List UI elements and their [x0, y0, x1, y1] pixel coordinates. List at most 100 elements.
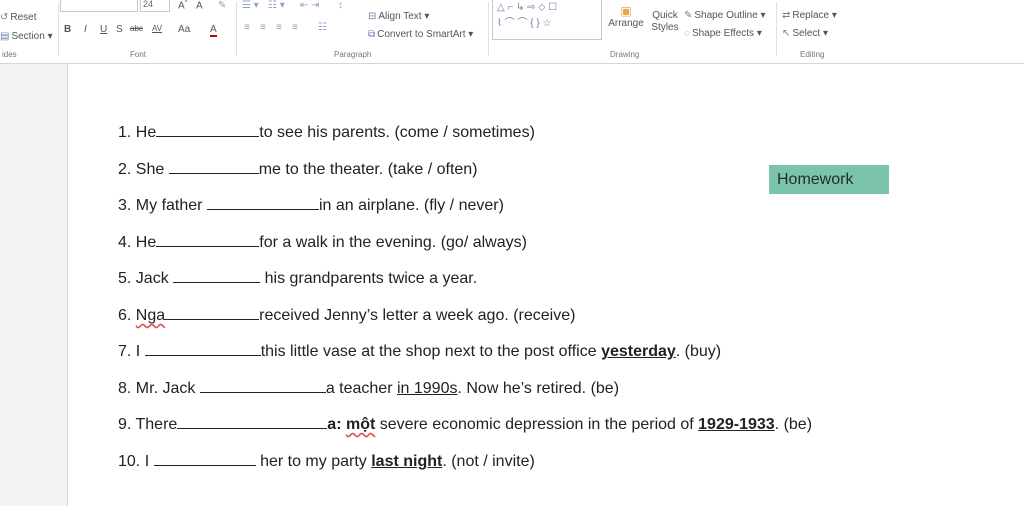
- select-button[interactable]: ↖ Select ▾: [782, 28, 828, 39]
- arrange-button[interactable]: ▣ Arrange: [606, 4, 646, 29]
- answer-blank[interactable]: [168, 159, 259, 174]
- slides-group-label: ides: [2, 50, 17, 59]
- exercise-text: to see his parents. (come / sometimes): [259, 124, 535, 141]
- line-spacing-icon[interactable]: ↕: [338, 0, 343, 11]
- font-name-box[interactable]: [60, 0, 138, 12]
- exercise-text: . Now he’s retired. (be): [457, 380, 620, 397]
- font-color-button[interactable]: A: [210, 24, 217, 37]
- exercise-text: 3.: [118, 197, 132, 214]
- exercise-line-7[interactable]: 7. I this little vase at the shop next t…: [118, 341, 721, 361]
- replace-icon: ⇄: [782, 10, 791, 21]
- drawing-group-label: Drawing: [610, 50, 640, 59]
- editing-group-label: Editing: [800, 50, 825, 59]
- editing-group: ⇄ Replace ▾ ↖ Select ▾ Editing: [778, 0, 858, 64]
- align-text-button[interactable]: ⊟ Align Text ▾: [368, 11, 429, 22]
- answer-blank[interactable]: [177, 414, 328, 429]
- columns-icon[interactable]: ☷: [318, 22, 327, 33]
- align-center-icon[interactable]: ≡: [260, 22, 266, 33]
- exercise-text: . (buy): [675, 343, 722, 360]
- strikethrough-button[interactable]: abc: [130, 24, 143, 33]
- shape-effects-button[interactable]: ◌ Shape Effects ▾: [684, 28, 762, 39]
- quick-styles-button[interactable]: Quick Styles: [648, 10, 682, 34]
- exercise-text: this little vase at the shop next to the…: [260, 343, 602, 360]
- exercise-line-9[interactable]: 9. There a: một severe economic depressio…: [118, 414, 812, 434]
- exercise-line-3[interactable]: 3. My father in an airplane. (fly / neve…: [118, 195, 504, 215]
- exercise-line-10[interactable]: 10. I her to my party last night. (not /…: [118, 451, 535, 471]
- slides-group: ↺ Reset ▤ Section ▾ ides: [0, 0, 58, 64]
- section-icon: ▤: [0, 31, 10, 42]
- underline-button[interactable]: U: [100, 24, 107, 35]
- answer-blank[interactable]: [206, 195, 319, 210]
- exercise-text: his grandparents twice a year.: [264, 270, 478, 287]
- grow-font-button[interactable]: A^: [178, 0, 188, 11]
- exercise-text: 1929-1933: [698, 416, 775, 433]
- exercise-text: 8.: [118, 380, 132, 397]
- pen-icon: ✎: [684, 10, 693, 21]
- exercise-line-4[interactable]: 4. He for a walk in the evening. (go/ alw…: [118, 232, 527, 252]
- exercise-text: 7.: [118, 343, 132, 360]
- exercise-text: 10.: [118, 453, 141, 470]
- change-case-button[interactable]: Aa: [178, 24, 190, 35]
- shrink-font-button[interactable]: Aˇ: [196, 0, 205, 11]
- reset-button[interactable]: ↺ Reset: [0, 12, 37, 23]
- answer-blank[interactable]: [153, 451, 256, 466]
- answer-blank[interactable]: [165, 305, 260, 320]
- exercise-text: . (be): [774, 416, 813, 433]
- align-left-icon[interactable]: ≡: [244, 22, 250, 33]
- exercise-text: I: [144, 453, 150, 470]
- font-size-box[interactable]: 24: [140, 0, 170, 12]
- answer-blank[interactable]: [156, 122, 260, 137]
- paragraph-group: ☰ ▾ ☷ ▾ ⇤ ⇥ ↕ ≡ ≡ ≡ ≡ ☷ ⊟ Align Text ▾ ⧉ C…: [238, 0, 488, 64]
- exercise-text: 6.: [118, 307, 132, 324]
- answer-blank[interactable]: [173, 268, 261, 283]
- shapes-gallery[interactable]: △ ⌐ ↳ ⇨ ⬦ ☐ ⌇ ⌒ ⌒ { } ☆: [492, 0, 602, 40]
- exercise-text: He: [135, 234, 157, 251]
- align-right-icon[interactable]: ≡: [276, 22, 282, 33]
- clear-format-icon[interactable]: ✎: [218, 0, 226, 11]
- exercise-line-8[interactable]: 8. Mr. Jack a teacher in 1990s. Now he’s…: [118, 378, 619, 398]
- exercise-line-1[interactable]: 1. He to see his parents. (come / sometim…: [118, 122, 535, 142]
- exercise-text: 4.: [118, 234, 132, 251]
- homework-label[interactable]: Homework: [769, 165, 889, 194]
- reset-icon: ↺: [0, 12, 9, 23]
- exercise-line-5[interactable]: 5. Jack his grandparents twice a year.: [118, 268, 477, 288]
- exercise-text: 1.: [118, 124, 132, 141]
- exercise-text: . (not / invite): [442, 453, 535, 470]
- exercise-line-2[interactable]: 2. She me to the theater. (take / often): [118, 159, 478, 179]
- shadow-button[interactable]: S: [116, 24, 123, 35]
- exercise-text: 2.: [118, 161, 132, 178]
- indent-icon[interactable]: ⇤ ⇥: [300, 0, 320, 11]
- shapes-row-2: ⌇ ⌒ ⌒ { } ☆: [497, 18, 552, 29]
- bold-button[interactable]: B: [64, 24, 71, 35]
- replace-button[interactable]: ⇄ Replace ▾: [782, 10, 837, 21]
- exercise-text: in an airplane. (fly / never): [318, 197, 504, 214]
- exercise-text: Nga: [135, 307, 166, 324]
- smartart-icon: ⧉: [368, 29, 376, 40]
- chevron-down-icon: ▾: [44, 31, 53, 42]
- paragraph-group-label: Paragraph: [334, 50, 372, 59]
- exercise-text: for a walk in the evening. (go/ always): [259, 234, 527, 251]
- ribbon: ↺ Reset ▤ Section ▾ ides 24 A^ Aˇ ✎ B I U …: [0, 0, 1024, 64]
- arrange-icon: ▣: [620, 4, 632, 18]
- font-size-value: 24: [143, 0, 154, 9]
- convert-smartart-button[interactable]: ⧉ Convert to SmartArt ▾: [368, 29, 473, 40]
- answer-blank[interactable]: [144, 341, 261, 356]
- font-group: 24 A^ Aˇ ✎ B I U S abc AV Aa A Font: [60, 0, 236, 64]
- slide-thumbnail-pane[interactable]: [0, 64, 68, 506]
- exercise-text: yesterday: [601, 343, 676, 360]
- italic-button[interactable]: I: [84, 24, 87, 35]
- effects-icon: ◌: [684, 28, 690, 39]
- answer-blank[interactable]: [156, 232, 260, 247]
- justify-icon[interactable]: ≡: [292, 22, 298, 33]
- shape-outline-button[interactable]: ✎ Shape Outline ▾: [684, 10, 766, 21]
- exercise-text: 9.: [118, 416, 132, 433]
- char-spacing-button[interactable]: AV: [152, 24, 162, 33]
- exercise-line-6[interactable]: 6. Nga received Jenny’s letter a week ago…: [118, 305, 575, 325]
- exercise-text: Mr. Jack: [135, 380, 196, 397]
- numbering-icon[interactable]: ☷ ▾: [268, 0, 285, 11]
- answer-blank[interactable]: [199, 378, 326, 393]
- exercise-text: 5.: [118, 270, 132, 287]
- section-button[interactable]: ▤ Section ▾: [0, 31, 53, 42]
- exercise-text: received Jenny’s letter a week ago. (rec…: [259, 307, 576, 324]
- bullets-icon[interactable]: ☰ ▾: [242, 0, 259, 11]
